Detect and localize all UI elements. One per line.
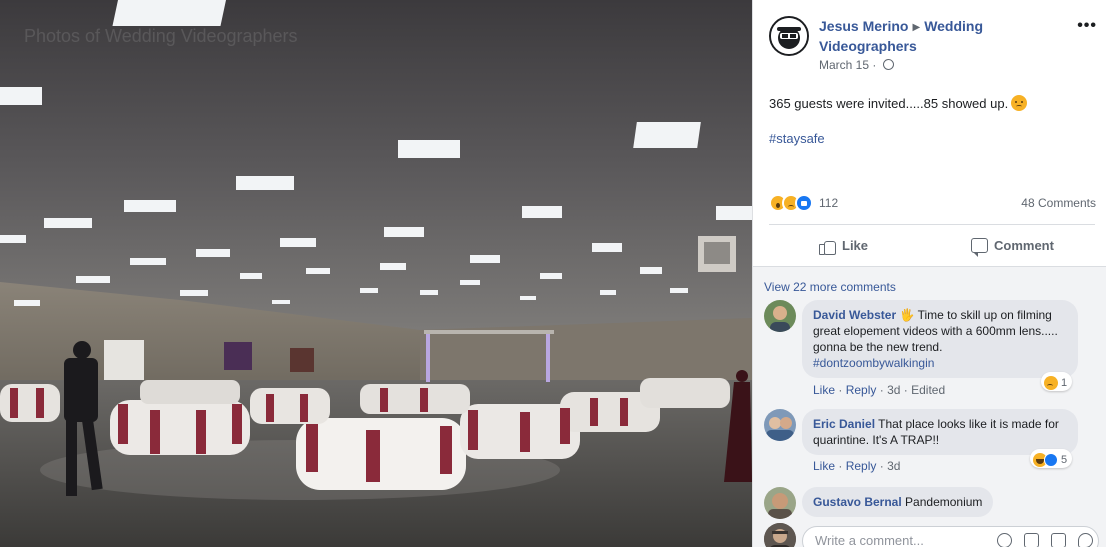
comment-time[interactable]: 3d	[887, 383, 900, 397]
camera-icon[interactable]	[1024, 533, 1039, 547]
comment-reactions[interactable]: 1	[1041, 372, 1073, 391]
commenter-name[interactable]: David Webster	[813, 308, 896, 322]
commenter-name[interactable]: Eric Daniel	[813, 417, 875, 431]
comment-bubble: Eric Daniel That place looks like it is …	[802, 409, 1078, 455]
divider	[769, 224, 1095, 225]
comment-reaction-count: 5	[1061, 453, 1068, 466]
commenter-name[interactable]: Gustavo Bernal	[813, 495, 902, 509]
post-photo[interactable]: Photos of Wedding Videographers	[0, 0, 752, 547]
comments-section: View 22 more comments David Webster 🖐 Ti…	[753, 266, 1106, 547]
separator: ·	[838, 459, 843, 473]
comment-actions: Like · Reply · 3d	[813, 459, 900, 473]
like-reaction-icon	[795, 194, 813, 212]
comment-hashtag[interactable]: #dontzoombywalkingin	[813, 356, 934, 370]
emoji-icon[interactable]	[997, 533, 1012, 547]
arrow-right-icon: ▶	[912, 22, 921, 33]
comment-time[interactable]: 3d	[887, 459, 900, 473]
reactions-summary[interactable]: 112	[769, 192, 838, 214]
author-line: Jesus Merino ▶ Wedding Videographers	[819, 17, 1069, 56]
current-user-avatar	[764, 523, 796, 547]
post-meta: March 15 ·	[819, 58, 894, 72]
more-options-icon[interactable]: •••	[1077, 17, 1097, 35]
comment-button-label: Comment	[994, 237, 1054, 253]
separator: ·	[879, 383, 884, 397]
separator: ·	[903, 383, 908, 397]
comment-like-link[interactable]: Like	[813, 383, 835, 397]
disappointed-face-icon	[1011, 95, 1028, 111]
clapper-icon: 🖐	[899, 308, 915, 322]
comment-button[interactable]: Comment	[971, 230, 1054, 260]
thumbs-up-icon	[819, 237, 836, 255]
comment-bubble: Gustavo Bernal Pandemonium	[802, 487, 994, 517]
sticker-icon[interactable]	[1078, 533, 1093, 547]
comment-reactions[interactable]: 5	[1030, 449, 1073, 468]
view-more-comments-link[interactable]: View 22 more comments	[764, 280, 896, 294]
post-header: Jesus Merino ▶ Wedding Videographers March…	[769, 16, 1099, 76]
reaction-count: 112	[819, 196, 839, 210]
post-text: 365 guests were invited.....85 showed up…	[769, 95, 1028, 111]
commenter-avatar[interactable]	[764, 300, 796, 332]
like-reaction-icon	[1044, 452, 1058, 467]
comment-reply-link[interactable]: Reply	[846, 383, 877, 397]
commenter-avatar[interactable]	[764, 487, 796, 519]
post-date[interactable]: March 15	[819, 58, 869, 72]
globe-icon[interactable]	[882, 59, 894, 70]
comment-input-icons	[997, 533, 1093, 547]
meta-separator: ·	[872, 58, 877, 72]
comment-actions: Like · Reply · 3d · Edited	[813, 383, 945, 397]
like-button[interactable]: Like	[819, 230, 868, 260]
hashtag-link[interactable]: #staysafe	[769, 131, 825, 146]
comment-reaction-count: 1	[1061, 376, 1068, 389]
comment-edited[interactable]: Edited	[911, 383, 945, 397]
banquet-hall-photo	[0, 0, 752, 547]
comment-reply-link[interactable]: Reply	[846, 459, 877, 473]
comment-item: Gustavo Bernal Pandemonium	[764, 487, 1099, 519]
photo-watermark: Photos of Wedding Videographers	[24, 26, 298, 46]
separator: ·	[838, 383, 843, 397]
comment-bubble: David Webster 🖐 Time to skill up on film…	[802, 300, 1078, 378]
sad-reaction-icon	[1044, 375, 1058, 390]
gif-icon[interactable]	[1051, 533, 1066, 547]
comment-like-link[interactable]: Like	[813, 459, 835, 473]
comment-bubble-icon	[971, 237, 988, 257]
photo-viewer: Photos of Wedding Videographers Jesus Me…	[0, 0, 1106, 547]
author-avatar[interactable]	[769, 16, 809, 56]
commenter-avatar[interactable]	[764, 409, 796, 441]
write-comment-bar: Write a comment...	[764, 523, 1099, 547]
author-name-link[interactable]: Jesus Merino	[819, 18, 908, 34]
post-sidebar: Jesus Merino ▶ Wedding Videographers March…	[752, 0, 1106, 547]
comment-item: Eric Daniel That place looks like it is …	[764, 409, 1099, 479]
comments-count-link[interactable]: 48 Comments	[1021, 196, 1096, 210]
separator: ·	[879, 459, 884, 473]
post-body: 365 guests were invited.....85 showed up…	[769, 96, 1009, 111]
comment-text: Pandemonium	[905, 495, 983, 509]
comment-item: David Webster 🖐 Time to skill up on film…	[764, 300, 1099, 400]
like-button-label: Like	[842, 237, 869, 253]
comment-input-placeholder: Write a comment...	[815, 533, 924, 547]
